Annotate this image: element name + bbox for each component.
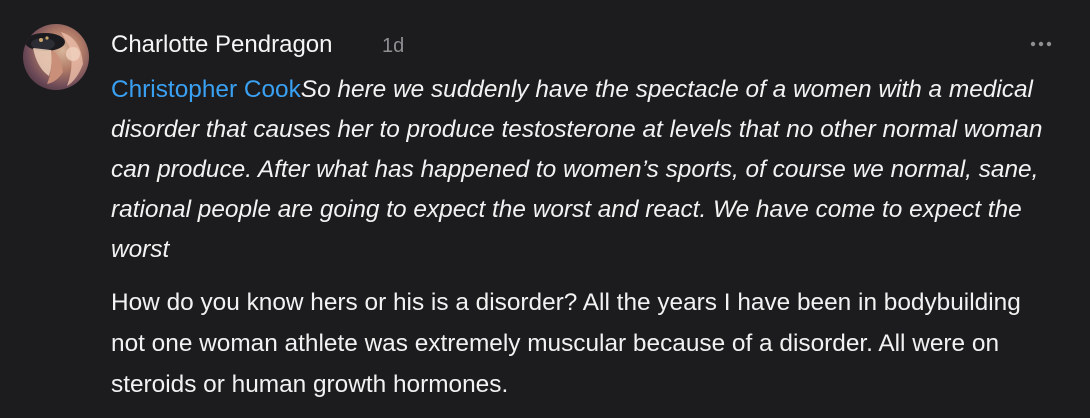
quoted-text: So here we suddenly have the spectacle o… <box>111 76 1043 263</box>
reply-text: How do you know hers or his is a disorde… <box>111 289 1021 398</box>
comment: Charlotte Pendragon 1d Christopher CookS… <box>0 0 1090 418</box>
author-name[interactable]: Charlotte Pendragon <box>111 30 332 60</box>
timestamp[interactable]: 1d <box>382 33 404 59</box>
avatar-image <box>25 32 83 86</box>
quoted-comment: Christopher CookSo here we suddenly have… <box>111 70 1061 270</box>
more-horizontal-icon[interactable] <box>1028 34 1054 54</box>
avatar[interactable] <box>23 24 89 90</box>
mention-link[interactable]: Christopher Cook <box>111 76 301 103</box>
